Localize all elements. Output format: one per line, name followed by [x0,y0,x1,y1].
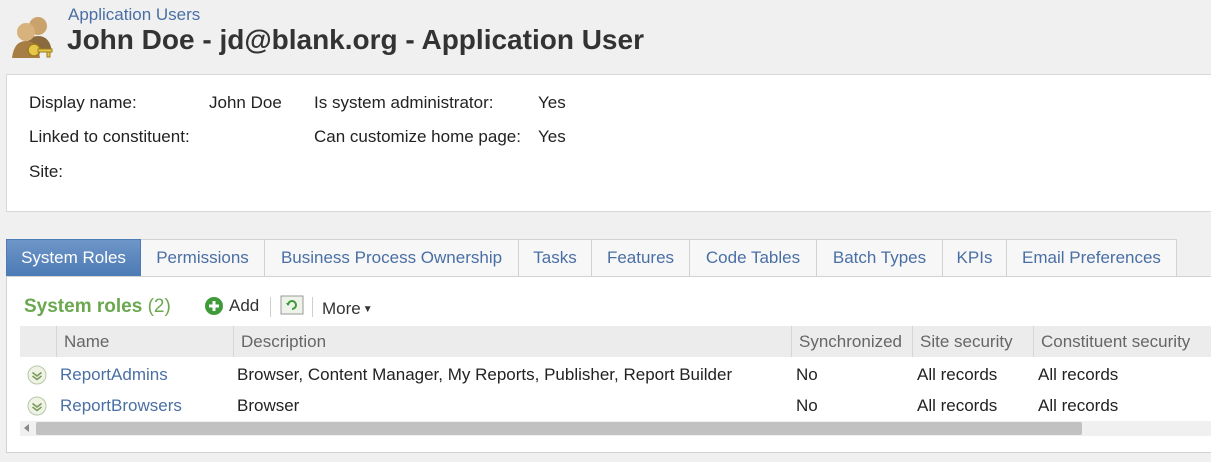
site-label: Site: [29,162,64,181]
scrollbar-thumb[interactable] [36,422,1082,435]
table-row: ReportBrowsers Browser No All records Al… [20,390,1211,421]
toolbar-divider [270,297,271,317]
expand-row-icon[interactable] [27,365,47,385]
page-title: John Doe - jd@blank.org - Application Us… [67,24,644,55]
page-header: Application Users John Doe - jd@blank.or… [0,0,1211,70]
section-count: (2) [147,296,171,317]
display-name-label: Display name: [29,93,137,112]
linked-constituent-label: Linked to constituent: [29,127,190,146]
tab-system-roles[interactable]: System Roles [6,239,141,276]
add-label: Add [229,296,260,315]
tab-features[interactable]: Features [592,239,690,276]
role-synchronized: No [796,396,818,415]
role-constituent-security: All records [1038,396,1119,415]
sysadmin-label: Is system administrator: [314,93,494,112]
tab-tasks[interactable]: Tasks [519,239,592,276]
more-label: More [322,299,361,318]
users-key-icon [12,17,53,58]
tab-kpis[interactable]: KPIs [943,239,1007,276]
role-name-link[interactable]: ReportAdmins [60,359,168,390]
column-header-site-security[interactable]: Site security [912,326,1033,357]
role-description: Browser, Content Manager, My Reports, Pu… [237,365,733,384]
more-menu[interactable]: More ▼ [322,299,373,319]
horizontal-scrollbar[interactable] [20,421,1211,436]
customize-home-value: Yes [538,127,566,146]
column-header-synchronized[interactable]: Synchronized [791,326,912,357]
toolbar-divider [312,297,313,317]
tab-batch-types[interactable]: Batch Types [817,239,943,276]
role-name-link[interactable]: ReportBrowsers [60,390,182,421]
tab-business-process-ownership[interactable]: Business Process Ownership [265,239,519,276]
scroll-left-icon[interactable] [24,424,29,432]
column-header-name[interactable]: Name [56,326,233,357]
tab-code-tables[interactable]: Code Tables [690,239,817,276]
expand-row-icon[interactable] [27,396,47,416]
breadcrumb[interactable]: Application Users [68,5,200,25]
section-title: System roles (2) [24,296,171,318]
table-row: ReportAdmins Browser, Content Manager, M… [20,359,1211,390]
column-header-description[interactable]: Description [233,326,791,357]
section-title-text: System roles [24,296,143,317]
role-site-security: All records [917,396,998,415]
refresh-icon [280,295,304,315]
role-description: Browser [237,396,300,415]
column-header-constituent-security[interactable]: Constituent security [1033,326,1211,357]
tab-email-preferences[interactable]: Email Preferences [1007,239,1177,276]
add-icon [205,297,223,315]
customize-home-label: Can customize home page: [314,127,521,146]
sysadmin-value: Yes [538,93,566,112]
role-constituent-security: All records [1038,365,1119,384]
caret-down-icon: ▼ [362,303,373,315]
grid-header: Name Description Synchronized Site secur… [20,326,1211,357]
add-button[interactable]: Add [204,296,259,316]
role-site-security: All records [917,365,998,384]
role-synchronized: No [796,365,818,384]
refresh-button[interactable] [280,295,304,320]
tab-permissions[interactable]: Permissions [141,239,265,276]
display-name-value: John Doe [209,93,282,112]
